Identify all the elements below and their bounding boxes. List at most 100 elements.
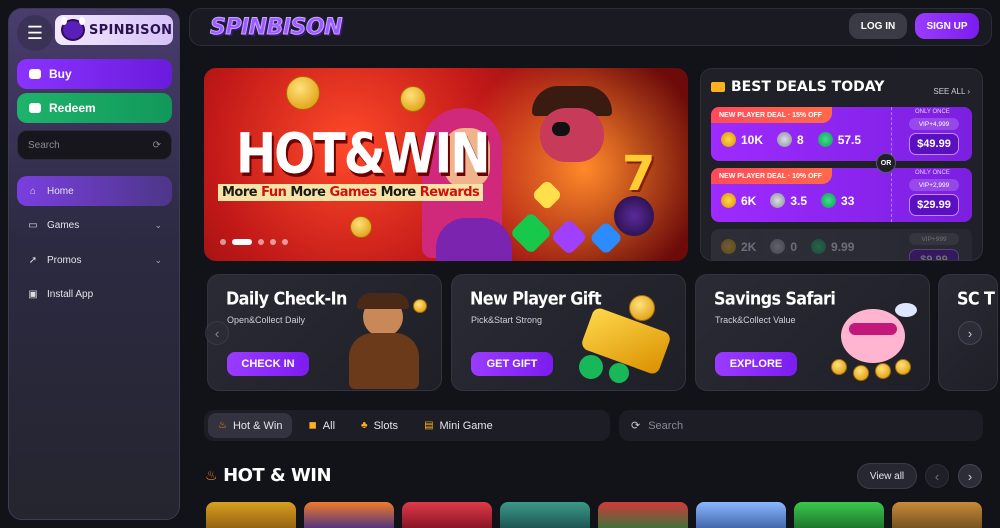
cash-coin-icon [817,132,833,147]
game-thumbnail[interactable] [206,502,296,528]
game-thumbnail[interactable] [304,502,394,528]
sidebar-item-promos[interactable]: ➚ Promos ⌄ [17,245,172,275]
sidebar-item-games[interactable]: ▭ Games ⌄ [17,211,172,241]
gold-coin-icon [721,193,736,208]
cash-amount: 57.5 [837,132,862,147]
promo-card-savings-safari[interactable]: Savings Safari Track&Collect Value EXPLO… [695,274,930,391]
deal-card[interactable]: NEW PLAYER DEAL · 10% OFF 6K 3.5 33 ONLY… [711,168,972,222]
sidebar-item-home[interactable]: ⌂ Home [17,176,172,206]
silver-coin-icon [777,132,793,147]
promo-card-title: SC T [957,288,995,309]
carousel-dot[interactable] [232,239,252,245]
box-icon: ▣ [28,289,38,300]
slots-icon: ♣ [361,420,368,431]
fire-icon: ♨ [218,420,227,431]
promo-card-title: Daily Check-In [226,288,347,309]
games-next-button[interactable]: › [958,464,982,488]
tab-mini-game[interactable]: ▤ Mini Game [414,413,503,438]
games-prev-button[interactable]: ‹ [925,464,949,488]
coins-icon [29,69,41,79]
signup-button[interactable]: SIGN UP [915,13,979,39]
character-illustration [335,293,435,389]
carousel-dot[interactable] [220,239,226,245]
section-title: ♨ HOT & WIN [205,465,332,486]
silver-coin-icon [770,239,786,254]
game-search-input[interactable]: ⟳ Search [619,410,983,441]
price-button[interactable]: $29.99 [909,194,959,216]
vip-badge: VIP+999 [909,233,959,245]
mini-game-icon: ▤ [424,420,434,431]
sidebar-search-input[interactable]: Search ⟳ [17,130,172,160]
gold-amount: 6K [741,193,757,208]
discount-coupon-illustration [579,293,679,389]
game-thumbnail[interactable] [500,502,590,528]
carousel-dot[interactable] [258,239,264,245]
cash-amount: 9.99 [831,239,855,254]
get-gift-button[interactable]: GET GIFT [471,352,553,376]
sidebar-nav: ⌂ Home ▭ Games ⌄ ➚ Promos ⌄ ▣ Install Ap… [17,176,172,314]
tab-all[interactable]: ◼ All [298,413,345,438]
game-thumbnail[interactable] [598,502,688,528]
hero-banner[interactable]: 7 HOT&WIN More Fun More Games More Rewar… [204,68,688,261]
vip-badge: VIP+2,999 [909,179,959,191]
buy-button[interactable]: Buy [17,59,172,89]
only-once-label: ONLY ONCE [915,170,950,176]
promo-card-daily-check-in[interactable]: Daily Check-In Open&Collect Daily CHECK … [207,274,442,391]
promo-card-new-player-gift[interactable]: New Player Gift Pick&Start Strong GET GI… [451,274,686,391]
coin-icon [286,76,320,110]
carousel-dot[interactable] [282,239,288,245]
gold-amount: 10K [741,132,764,147]
carousel-prev-button[interactable]: ‹ [205,321,229,345]
vip-badge: VIP+4,999 [909,118,959,130]
ticket-icon [711,82,725,92]
deal-card[interactable]: 2K 0 9.99 VIP+999 $9.99 [711,229,972,260]
tab-label: Slots [373,419,399,432]
carousel-dot[interactable] [270,239,276,245]
deal-card[interactable]: NEW PLAYER DEAL · 15% OFF 10K 8 57.5 ONL… [711,107,972,161]
sidebar-item-label: Promos [47,254,82,266]
tab-hot-win[interactable]: ♨ Hot & Win [208,413,293,438]
seven-icon: 7 [622,146,656,202]
search-icon: ⟳ [631,420,641,432]
header: SPINBISON LOG IN SIGN UP [189,8,992,46]
game-thumbnail[interactable] [402,502,492,528]
sidebar-item-label: Install App [47,289,94,300]
tab-slots[interactable]: ♣ Slots [351,413,408,438]
view-all-button[interactable]: View all [857,463,917,489]
tab-label: All [322,419,336,432]
home-icon: ⌂ [29,185,37,197]
price-button[interactable]: $49.99 [909,133,959,155]
sidebar-item-install-app[interactable]: ▣ Install App [17,280,172,310]
game-thumbnail[interactable] [892,502,982,528]
promo-card-subtitle: Track&Collect Value [715,315,796,325]
rocket-icon: ➚ [28,254,38,266]
hamburger-menu-icon[interactable]: ☰ [17,15,53,51]
explore-button[interactable]: EXPLORE [715,352,797,376]
price-button[interactable]: $9.99 [909,249,959,260]
game-thumbnail[interactable] [794,502,884,528]
sidebar: ☰ SPINBISON Buy Redeem Search ⟳ ⌂ Home ▭… [8,8,180,520]
login-button[interactable]: LOG IN [849,13,907,39]
tab-label: Hot & Win [232,419,283,432]
game-thumbnail[interactable] [696,502,786,528]
sidebar-search-placeholder: Search [28,139,60,151]
pirate-character-illustration [522,80,622,200]
bison-logo-icon [61,17,85,41]
silver-coin-icon [770,193,786,208]
redeem-button[interactable]: Redeem [17,93,172,123]
brand-logo[interactable]: SPINBISON [210,15,343,41]
see-all-link[interactable]: SEE ALL › [933,87,970,96]
search-icon: ⟳ [152,139,161,151]
promo-card-title: Savings Safari [714,288,836,309]
game-thumbnail-row [206,502,982,528]
buy-button-label: Buy [49,67,72,81]
best-deals-title: BEST DEALS TODAY [731,79,885,95]
gamepad-icon: ◼ [308,420,317,431]
carousel-next-button[interactable]: › [958,321,982,345]
check-in-button[interactable]: CHECK IN [227,352,309,376]
promo-card-subtitle: Open&Collect Daily [227,315,306,325]
sidebar-logo[interactable]: SPINBISON [55,15,173,45]
coin-icon [350,216,372,238]
best-deals-panel: BEST DEALS TODAY SEE ALL › NEW PLAYER DE… [700,68,983,261]
cash-amount: 33 [841,193,855,208]
